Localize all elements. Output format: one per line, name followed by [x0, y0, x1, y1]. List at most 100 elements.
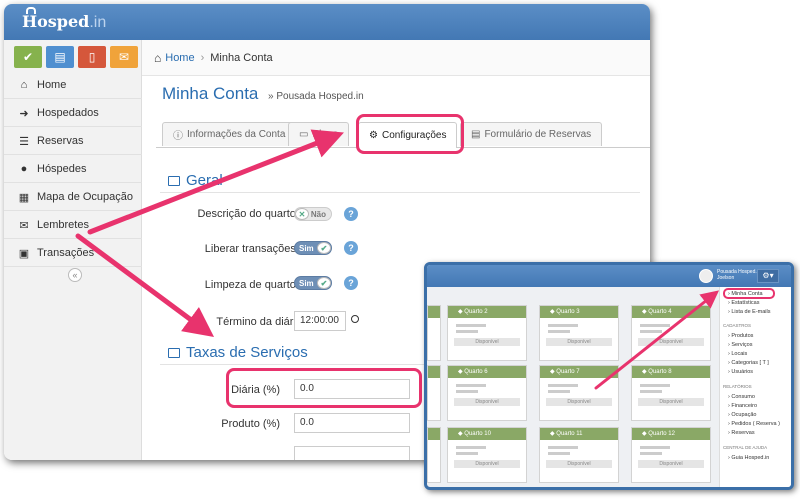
form-icon: ▤ [471, 129, 481, 140]
toggle-text: Sim [299, 243, 314, 253]
room-card[interactable]: ◆ Quarto 10 Disponível [447, 427, 527, 483]
sidebar-item-hospedes[interactable]: ● Hóspedes [4, 156, 142, 183]
room-line [640, 446, 670, 449]
users-icon: ● [20, 163, 28, 175]
room-line [456, 324, 486, 327]
breadcrumb: ⌂ Home › Minha Conta [142, 40, 650, 76]
room-card[interactable]: ◆ Quarto 4 Disponível [631, 305, 711, 361]
list-icon: ☰ [19, 135, 29, 148]
room-card[interactable]: ◆ Quarto 12 Disponível [631, 427, 711, 483]
room-header: ◆ Quarto 7 [540, 366, 618, 378]
toggle-text: Sim [299, 278, 314, 288]
menu-item-financeiro[interactable]: › Financeiro [728, 403, 757, 409]
tablet-icon: ▯ [88, 50, 96, 64]
room-card[interactable]: ◆ Quarto 3 Disponível [539, 305, 619, 361]
room-card[interactable]: ◆ Quarto 7 Disponível [539, 365, 619, 421]
tab-plano[interactable]: ▭ Plano [288, 122, 350, 146]
termino-input[interactable]: 12:00:00 [294, 311, 346, 331]
quick-inbox-button[interactable]: ✉ [110, 46, 138, 68]
help-icon[interactable]: ? [344, 276, 358, 290]
room-header: ◆ Quarto 11 [540, 428, 618, 440]
section-title-taxas: Taxas de Serviços [168, 344, 308, 361]
menu-item-guia[interactable]: › Guia Hosped.in [728, 455, 769, 461]
menu-item-lista-emails[interactable]: › Lista de E-mails [728, 309, 771, 315]
room-card-stub [427, 305, 441, 361]
room-status: Disponível [638, 460, 704, 468]
menu-item-ocupacao[interactable]: › Ocupação [728, 412, 756, 418]
toggle-liberar[interactable]: Sim ✔ [294, 241, 332, 255]
room-line [548, 384, 578, 387]
menu-item-pedidos[interactable]: › Pedidos ( Reserva ) [728, 421, 780, 427]
logo-dot-text: .in [89, 14, 107, 31]
gear-icon[interactable]: ⚙▾ [757, 269, 779, 283]
room-status: Disponível [638, 398, 704, 406]
sidebar-item-reservas[interactable]: ☰ Reservas [4, 128, 142, 155]
room-header: ◆ Quarto 2 [448, 306, 526, 318]
sidebar-item-label: Home [37, 79, 67, 91]
room-grid: ◆ Quarto 2 Disponível ◆ Quarto 3 Disponíve… [427, 287, 717, 487]
room-status: Disponível [546, 398, 612, 406]
menu-item-consumo[interactable]: › Consumo [728, 394, 755, 400]
room-header: ◆ Quarto 4 [632, 306, 710, 318]
room-card-stub [427, 427, 441, 483]
list-icon [168, 175, 180, 186]
room-header: ◆ Quarto 10 [448, 428, 526, 440]
room-status: Disponível [638, 338, 704, 346]
top-bar: Hosped.in [4, 4, 650, 40]
quick-book-button[interactable]: ▤ [46, 46, 74, 68]
sidebar-item-mapa[interactable]: ▦ Mapa de Ocupação [4, 184, 142, 211]
app-logo[interactable]: Hosped.in [22, 12, 106, 32]
tab-formulario-reservas[interactable]: ▤ Formulário de Reservas [460, 122, 603, 146]
toggle-knob-check-icon: ✔ [317, 277, 331, 289]
menu-item-usuarios[interactable]: › Usuários [728, 369, 753, 375]
room-header [428, 428, 440, 440]
help-icon[interactable]: ? [344, 241, 358, 255]
tab-label: Plano [312, 129, 339, 140]
toggle-limpeza[interactable]: Sim ✔ [294, 276, 332, 290]
tab-label: Informações da Conta [187, 129, 286, 140]
dropdown-menu: › Minha Conta › Estatísticas › Lista de … [719, 287, 791, 487]
room-line [640, 384, 670, 387]
room-line [456, 446, 486, 449]
room-card[interactable]: ◆ Quarto 11 Disponível [539, 427, 619, 483]
field-label-liberar: Liberar transações? [204, 243, 302, 255]
room-line [456, 384, 486, 387]
highlight-diaria-field [226, 368, 422, 408]
room-card[interactable]: ◆ Quarto 8 Disponível [631, 365, 711, 421]
section-title-text: Geral [186, 172, 223, 189]
room-card[interactable]: ◆ Quarto 2 Disponível [447, 305, 527, 361]
room-line [456, 390, 478, 393]
avatar[interactable] [699, 269, 713, 283]
room-line [640, 390, 662, 393]
info-icon: ⓘ [173, 131, 183, 142]
page-title: Minha Conta [162, 84, 259, 103]
room-line [548, 390, 570, 393]
quick-check-button[interactable]: ✔ [14, 46, 42, 68]
sidebar-item-home[interactable]: ⌂ Home [4, 72, 142, 99]
menu-item-servicos[interactable]: › Serviços [728, 342, 752, 348]
sidebar-item-label: Mapa de Ocupação [37, 191, 134, 203]
sidebar-item-transacoes[interactable]: ▣ Transações [4, 240, 142, 267]
sidebar-collapse-icon[interactable]: « [68, 268, 82, 282]
extra-input[interactable] [294, 446, 410, 460]
produto-input[interactable]: 0.0 [294, 413, 410, 433]
room-line [548, 446, 578, 449]
sidebar-item-lembretes[interactable]: ✉ Lembretes [4, 212, 142, 239]
envelope-icon: ✉ [19, 219, 29, 232]
menu-item-estatisticas[interactable]: › Estatísticas [728, 300, 759, 306]
menu-item-categorias[interactable]: › Categorias [ T ] [728, 360, 769, 366]
menu-item-reservas[interactable]: › Reservas [728, 430, 755, 436]
breadcrumb-home-link[interactable]: Home [165, 52, 194, 64]
room-card[interactable]: ◆ Quarto 6 Disponível [447, 365, 527, 421]
field-label-produto: Produto (%) [221, 418, 280, 430]
room-status: Disponível [546, 460, 612, 468]
sidebar-item-hospedados[interactable]: ➜ Hospedados [4, 100, 142, 127]
tab-informacoes-conta[interactable]: ⓘ Informações da Conta [162, 122, 297, 146]
quick-tablet-button[interactable]: ▯ [78, 46, 106, 68]
menu-item-produtos[interactable]: › Produtos [728, 333, 753, 339]
room-header: ◆ Quarto 6 [448, 366, 526, 378]
menu-item-locais[interactable]: › Locais [728, 351, 747, 357]
section-title-geral: Geral [168, 172, 223, 189]
help-icon[interactable]: ? [344, 207, 358, 221]
toggle-descricao[interactable]: ✕ Não [294, 207, 332, 221]
